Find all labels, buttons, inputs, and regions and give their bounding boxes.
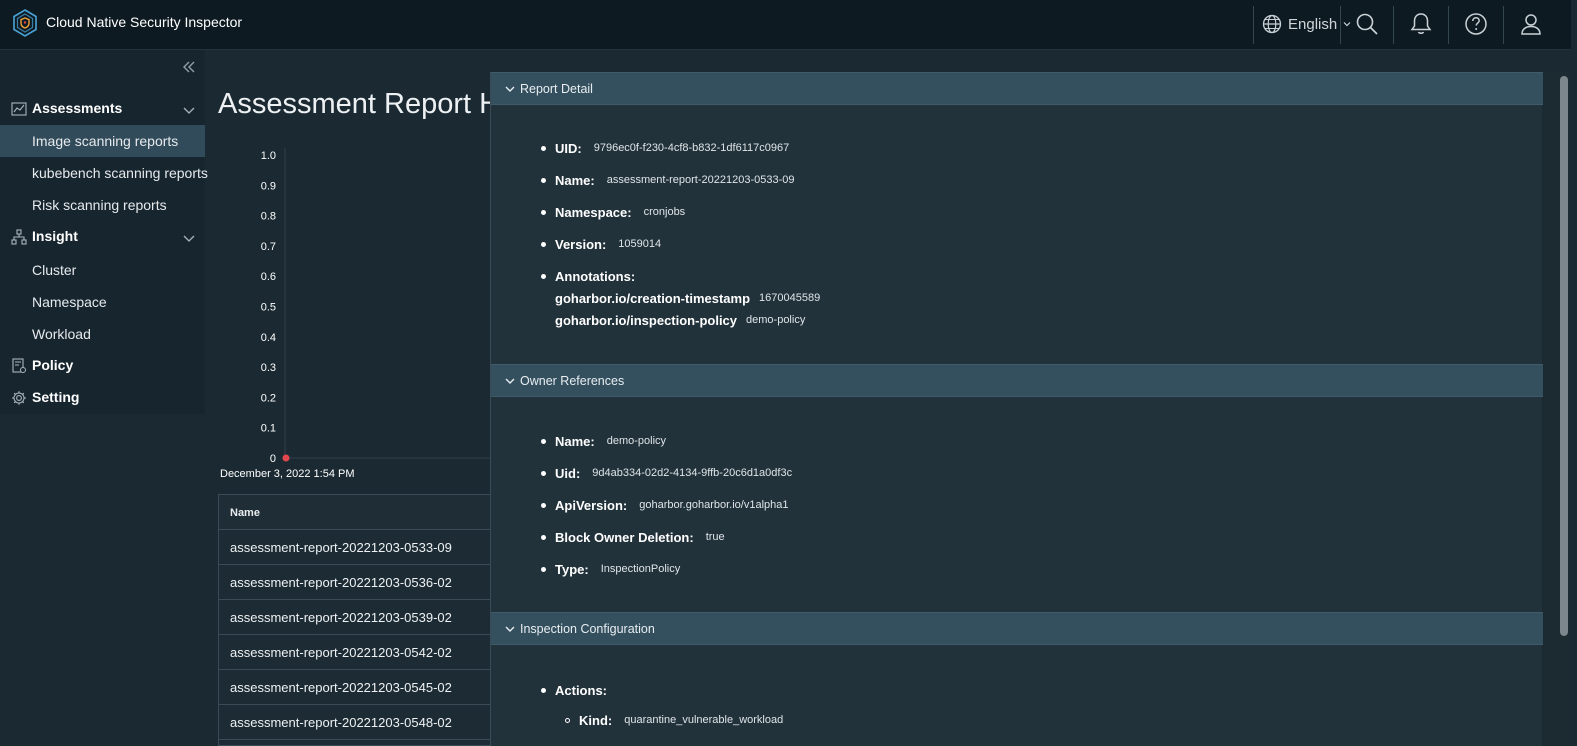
chart-y-tick-label: 0.2 <box>261 392 276 404</box>
app-logo-icon[interactable] <box>11 9 39 37</box>
report-version: Version: 1059014 <box>541 234 661 254</box>
chart-y-tick-label: 0.5 <box>261 302 276 314</box>
section-report-detail[interactable]: Report Detail <box>491 72 1543 105</box>
owner-type: Type: InspectionPolicy <box>541 559 680 579</box>
chevron-down-icon <box>505 378 515 384</box>
header-divider <box>1503 6 1504 44</box>
page-title: Assessment Report His <box>218 88 521 120</box>
chart-y-tick-label: 0.3 <box>261 362 276 374</box>
table-row[interactable]: assessment-report-20221203-0539-02 <box>219 600 490 635</box>
header-divider <box>1448 6 1449 44</box>
annotation-inspection-policy: goharbor.io/inspection-policy demo-policy <box>555 312 806 328</box>
nav-group-setting[interactable]: Setting <box>0 382 205 414</box>
reports-table: Name assessment-report-20221203-0533-09 … <box>218 494 490 746</box>
nav-group-policy[interactable]: Policy <box>0 350 205 382</box>
sidebar-item-cluster[interactable]: Cluster <box>0 254 205 286</box>
report-annotations: Annotations: <box>541 266 647 286</box>
chart-icon <box>11 102 27 116</box>
report-detail-panel: Report Detail UID: 9796ec0f-f230-4cf8-b83… <box>490 72 1543 746</box>
sidebar-item-label: Image scanning reports <box>32 133 179 149</box>
table-row[interactable]: assessment-report-20221203-0545-02 <box>219 670 490 705</box>
inspection-actions: Actions: <box>541 680 619 700</box>
chart-y-tick-label: 0 <box>270 453 276 465</box>
header-divider <box>1253 6 1254 44</box>
chart-data-point[interactable] <box>282 454 290 462</box>
report-uid: UID: 9796ec0f-f230-4cf8-b832-1df6117c0967 <box>541 138 789 158</box>
table-row[interactable]: assessment-report-20221203-0533-09 <box>219 530 490 565</box>
table-row[interactable]: assessment-report-20221203-0542-02 <box>219 635 490 670</box>
annotation-creation-timestamp: goharbor.io/creation-timestamp 1670045589 <box>555 290 821 306</box>
chevron-down-icon <box>505 86 515 92</box>
sidebar-item-workload[interactable]: Workload <box>0 318 205 350</box>
sidebar-item-label: Cluster <box>32 262 77 278</box>
chart-y-tick-label: 0.6 <box>261 271 276 283</box>
sidebar-item-image-scanning-reports[interactable]: Image scanning reports <box>0 125 205 157</box>
bell-icon[interactable] <box>1408 11 1434 37</box>
nav-group-label: Policy <box>32 357 74 373</box>
chart-x-tick-label: December 3, 2022 1:54 PM <box>220 468 355 480</box>
section-owner-references[interactable]: Owner References <box>491 364 1543 397</box>
scrollbar-thumb[interactable] <box>1560 76 1568 636</box>
owner-name: Name: demo-policy <box>541 431 666 451</box>
window-edge <box>1571 0 1577 746</box>
section-title: Inspection Configuration <box>520 622 655 636</box>
chart-y-tick-label: 0.7 <box>261 241 276 253</box>
globe-icon <box>1262 14 1282 34</box>
header-divider <box>1393 6 1394 44</box>
app-title: Cloud Native Security Inspector <box>46 14 243 30</box>
report-name: Name: assessment-report-20221203-0533-09 <box>541 170 794 190</box>
user-icon[interactable] <box>1518 11 1544 37</box>
history-chart: 1.0 0.9 0.8 0.7 0.6 0.5 0.4 0.3 0.2 0.1 0 December… <box>220 148 490 480</box>
policy-document-icon <box>12 358 26 373</box>
gear-icon <box>12 391 26 405</box>
language-label: English <box>1288 15 1338 33</box>
nav-group-assessments[interactable]: Assessments <box>0 93 205 125</box>
chart-y-tick-label: 0.9 <box>261 180 276 192</box>
hierarchy-icon <box>11 229 27 245</box>
header-divider <box>1340 6 1341 44</box>
sidebar-item-label: kubebench scanning reports <box>32 165 208 181</box>
section-inspection-configuration[interactable]: Inspection Configuration <box>491 612 1543 645</box>
sidebar-item-label: Risk scanning reports <box>32 197 167 213</box>
chart-y-tick-label: 1.0 <box>261 150 276 162</box>
section-title: Report Detail <box>520 82 593 96</box>
table-row[interactable]: assessment-report-20221203-0536-02 <box>219 565 490 600</box>
help-icon[interactable] <box>1463 11 1489 37</box>
chart-y-tick-label: 0.8 <box>261 211 276 223</box>
sidebar-item-label: Workload <box>32 326 91 342</box>
owner-block-deletion: Block Owner Deletion: true <box>541 527 725 547</box>
sidebar-item-kubebench-scanning-reports[interactable]: kubebench scanning reports <box>0 157 208 189</box>
chevron-down-icon <box>183 235 195 242</box>
inspection-action-kind: Kind: quarantine_vulnerable_workload <box>565 710 783 730</box>
nav-group-label: Insight <box>32 228 78 244</box>
chevron-down-icon <box>505 626 515 632</box>
sidebar-item-namespace[interactable]: Namespace <box>0 286 205 318</box>
section-title: Owner References <box>520 374 625 388</box>
sidebar-item-risk-scanning-reports[interactable]: Risk scanning reports <box>0 189 205 221</box>
language-selector[interactable]: English <box>1262 11 1351 37</box>
chart-y-tick-label: 0.1 <box>261 423 276 435</box>
chevron-down-icon <box>183 107 195 114</box>
owner-uid: Uid: 9d4ab334-02d2-4134-9ffb-20c6d1a0df3c <box>541 463 792 483</box>
table-header-name[interactable]: Name <box>219 495 490 530</box>
sidebar-item-label: Namespace <box>32 294 107 310</box>
sidebar: Assessments Image scanning reports kubeb… <box>0 50 208 414</box>
collapse-sidebar-icon[interactable] <box>180 58 198 76</box>
nav-group-label: Setting <box>32 389 80 405</box>
top-header: Cloud Native Security Inspector English <box>0 0 1577 50</box>
chevron-down-icon <box>1343 22 1351 27</box>
chart-y-tick-label: 0.4 <box>261 332 276 344</box>
nav-group-label: Assessments <box>32 100 123 116</box>
owner-api-version: ApiVersion: goharbor.goharbor.io/v1alpha1 <box>541 495 788 515</box>
table-row[interactable]: assessment-report-20221203-0548-02 <box>219 705 490 740</box>
nav-group-insight[interactable]: Insight <box>0 221 205 253</box>
report-namespace: Namespace: cronjobs <box>541 202 685 222</box>
search-icon[interactable] <box>1354 11 1380 37</box>
